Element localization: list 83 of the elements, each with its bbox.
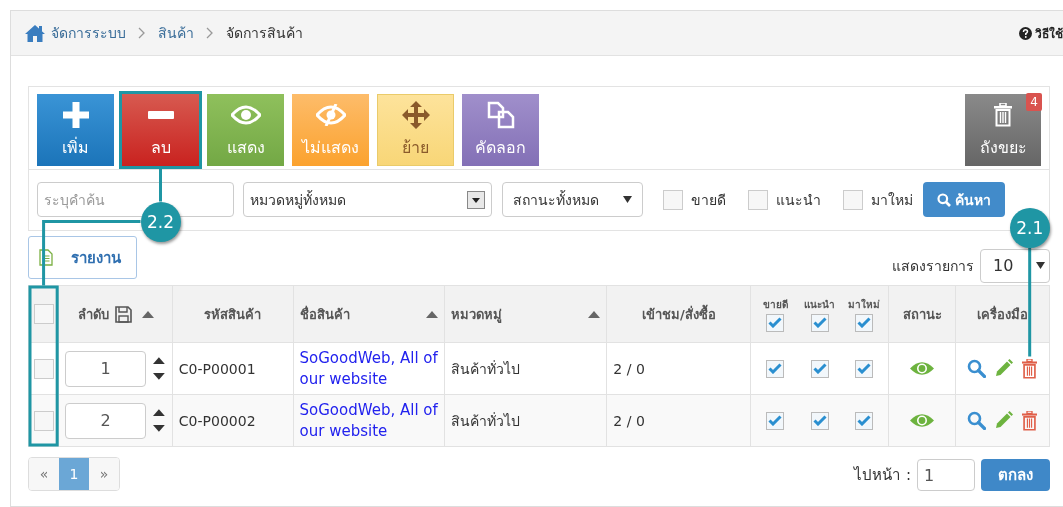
checkbox[interactable]	[855, 313, 873, 332]
go-to-page-label: ไปหน้า	[853, 465, 900, 486]
trash-icon	[993, 102, 1013, 127]
count-badge: 4	[1026, 93, 1042, 111]
chevron-icon	[138, 27, 146, 39]
copy-button[interactable]: คัดลอก	[462, 94, 539, 166]
home-icon	[25, 24, 45, 42]
checkbox[interactable]	[748, 189, 768, 210]
column-label: เข้าชม/สั่งซื้อ	[641, 303, 716, 324]
search-button[interactable]: ค้นหา	[923, 182, 1005, 217]
report-button[interactable]: รายงาน	[28, 236, 137, 279]
save-icon	[114, 305, 132, 323]
trash-icon[interactable]	[1021, 410, 1039, 431]
checkbox[interactable]	[843, 189, 863, 210]
column-label: มาใหม่	[848, 297, 880, 312]
column-label: หมวดหมู่	[451, 305, 503, 325]
checkbox[interactable]	[810, 411, 829, 430]
pencil-icon[interactable]	[994, 359, 1014, 378]
question-icon	[1019, 26, 1032, 40]
column-label: ชื่อสินค้า	[299, 304, 350, 324]
up-down-arrows-icon	[152, 407, 166, 434]
move-arrows-icon	[401, 100, 430, 129]
order-field[interactable]: 2	[65, 402, 147, 439]
ok-button[interactable]: ตกลง	[981, 459, 1050, 491]
checkbox[interactable]	[766, 411, 785, 430]
trash-icon[interactable]	[1021, 358, 1039, 379]
separator-text: :	[905, 466, 911, 484]
status-dropdown[interactable]: สถานะทั้งหมด	[502, 182, 643, 217]
checkbox[interactable]	[766, 313, 785, 332]
show-button[interactable]: แสดง	[207, 94, 284, 166]
column-label: แนะนำ	[804, 297, 836, 312]
checkbox-label: ขายดี	[691, 190, 726, 210]
checkbox[interactable]	[33, 358, 54, 379]
checkbox[interactable]	[766, 359, 785, 378]
checkbox[interactable]	[663, 189, 683, 210]
column-label: สถานะ	[902, 305, 942, 324]
column-label: ขายดี	[762, 297, 788, 312]
category-dropdown[interactable]: หมวดหมู่ทั้งหมด	[243, 182, 492, 217]
caret-icon	[623, 196, 632, 203]
table-cell: สินค้าทั่วไป	[451, 360, 521, 377]
help-link[interactable]: วิธีใช้	[1035, 23, 1063, 43]
table-cell: 2 / 0	[613, 412, 645, 429]
checkbox[interactable]	[810, 359, 829, 378]
up-down-arrows-icon	[152, 355, 166, 382]
pencil-icon[interactable]	[994, 411, 1014, 430]
previous-page-button[interactable]: «	[29, 458, 59, 490]
checkbox[interactable]	[33, 304, 54, 324]
checkbox-label: มาใหม่	[871, 190, 913, 210]
checkbox[interactable]	[855, 359, 873, 378]
breadcrumb-current: จัดการสินค้า	[226, 24, 303, 43]
eye-icon	[230, 104, 261, 125]
page-size-dropdown[interactable]: 10	[980, 248, 1050, 283]
breadcrumb-link[interactable]: จัดการระบบ	[51, 22, 126, 44]
delete-button[interactable]: ลบ	[122, 94, 199, 166]
add-button[interactable]: เพิ่ม	[37, 94, 114, 166]
search-icon[interactable]	[967, 359, 987, 378]
table-cell: สินค้าทั่วไป	[451, 412, 521, 429]
checkbox[interactable]	[855, 411, 873, 430]
move-button[interactable]: ย้าย	[377, 94, 454, 166]
search-icon[interactable]	[967, 411, 987, 430]
callout-badge: 2.1	[1009, 208, 1050, 248]
minus-icon	[147, 110, 174, 119]
table-cell: 2 / 0	[613, 360, 645, 377]
page-size-label: แสดงรายการ	[892, 256, 974, 276]
table-cell: C0-P00002	[178, 412, 256, 429]
eye-slash-icon	[315, 103, 346, 126]
column-label: รหัสสินค้า	[204, 305, 262, 324]
breadcrumb-link[interactable]: สินค้า	[158, 22, 194, 44]
copy-icon	[486, 100, 515, 129]
column-label: เครื่องมือ	[977, 304, 1029, 324]
next-page-button[interactable]: »	[89, 458, 119, 490]
caret-icon	[1036, 262, 1045, 269]
checkbox[interactable]	[810, 313, 829, 332]
page-number-field[interactable]: 1	[917, 459, 975, 491]
checkbox[interactable]	[33, 410, 54, 431]
search-icon	[937, 192, 951, 207]
checkbox-label: แนะนำ	[776, 190, 821, 210]
order-field[interactable]: 1	[65, 350, 147, 387]
plus-icon	[62, 101, 89, 128]
column-label: ลำดับ	[77, 305, 109, 324]
chevron-icon	[206, 27, 214, 39]
trash-button[interactable]: ถังขยะ 4	[965, 94, 1041, 166]
table-cell: C0-P00001	[178, 360, 256, 377]
